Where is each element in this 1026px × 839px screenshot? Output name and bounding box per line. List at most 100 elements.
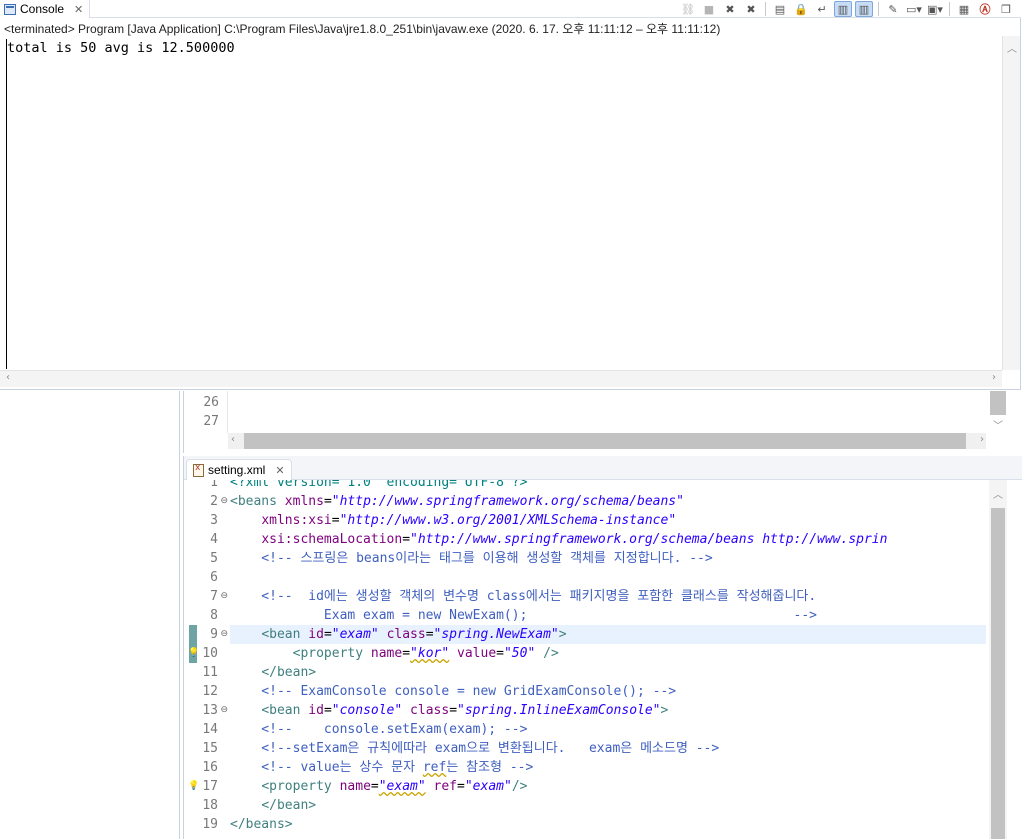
gutter-row: 8 — [184, 606, 228, 625]
code-token: "http://www.springframework.org/schema/b… — [331, 494, 684, 509]
code-line[interactable]: </bean> — [230, 796, 986, 815]
line-number: 8 — [210, 608, 218, 623]
console-output[interactable]: total is 50 avg is 12.500000 — [6, 39, 996, 369]
gutter-row: 18 — [184, 796, 228, 815]
show-stdout-icon[interactable]: ▥ — [834, 1, 852, 17]
code-token: = — [323, 703, 332, 718]
code-line[interactable]: <!-- console.setExam(exam); --> — [230, 720, 986, 739]
code-text: <!-- 스프링은 beans이라는 태그를 이용해 생성할 객체를 지정합니다… — [230, 549, 712, 568]
console-horizontal-scrollbar[interactable]: ‹ › — [0, 370, 1002, 387]
line-number: 2 — [210, 494, 218, 509]
code-token: name — [339, 779, 371, 794]
fold-toggle-icon[interactable]: ⊖ — [220, 625, 228, 644]
code-token: 는 참조형 --> — [446, 760, 534, 775]
view-menu-icon[interactable]: ▦ — [955, 1, 973, 17]
link-icon[interactable]: ⛓ — [679, 1, 697, 17]
code-line[interactable]: xmlns:xsi="http://www.w3.org/2001/XMLSch… — [230, 511, 986, 530]
warning-bulb-icon[interactable]: 💡 — [188, 644, 199, 663]
clear-console-icon[interactable]: ▤ — [771, 1, 789, 17]
code-line[interactable]: <!-- 스프링은 beans이라는 태그를 이용해 생성할 객체를 지정합니다… — [230, 549, 986, 568]
gutter-row: 2 ⊖ — [184, 492, 228, 511]
code-line[interactable]: <bean id="console" class="spring.InlineE… — [230, 701, 986, 720]
code-token: <bean — [261, 627, 309, 642]
code-token: /> — [511, 779, 528, 794]
show-stderr-icon[interactable]: ▥ — [855, 1, 873, 17]
scroll-up-icon[interactable]: ︿ — [993, 486, 1003, 501]
code-line[interactable] — [230, 568, 986, 587]
fold-toggle-icon[interactable]: ⊖ — [220, 587, 228, 606]
code-line[interactable]: <?xml version="1.0" encoding="UTF-8"?> — [230, 480, 986, 492]
code-line[interactable]: xsi:schemaLocation="http://www.springfra… — [230, 530, 986, 549]
line-number: 10 — [202, 646, 218, 661]
code-token: name — [370, 646, 403, 661]
code-text: <!-- ExamConsole console = new GridExamC… — [230, 682, 676, 701]
code-line[interactable]: <!--setExam은 규칙에따라 exam으로 변환됩니다. exam은 메… — [230, 739, 986, 758]
code-line[interactable]: <property name="kor" value="50" /> — [230, 644, 986, 663]
code-line[interactable]: Exam exam = new NewExam(); --> — [230, 606, 986, 625]
code-token: <!-- value는 상수 문자 — [230, 760, 423, 775]
remove-launch-icon[interactable]: ✖ — [721, 1, 739, 17]
code-line[interactable]: <beans xmlns="http://www.springframework… — [230, 492, 986, 511]
code-token: "console" — [331, 703, 403, 718]
line-number: 18 — [202, 798, 218, 813]
code-token: /> — [535, 646, 559, 661]
gutter-row: 13 ⊖ — [184, 701, 228, 720]
warning-bulb-icon[interactable]: 💡 — [188, 777, 199, 796]
scroll-lock-icon[interactable]: 🔒 — [792, 1, 810, 17]
code-token: xmlns — [284, 494, 324, 509]
scroll-left-icon[interactable]: ‹ — [231, 434, 235, 445]
console-view: Console ✕ ⛓ ■ ✖ ✖ ▤ 🔒 ↵ ▥ ▥ ✎ ▭▾ ▣▾ ▦ Ⓐ … — [0, 0, 1021, 390]
code-line[interactable]: <bean id="exam" class="spring.NewExam"> — [230, 625, 986, 644]
code-token: "http://www.w3.org/2001/XMLSchema-instan… — [339, 513, 677, 528]
code-token: = — [370, 779, 379, 794]
code-line[interactable]: <!-- value는 상수 문자 ref는 참조형 --> — [230, 758, 986, 777]
fold-toggle-icon[interactable]: ⊖ — [220, 701, 228, 720]
close-icon[interactable]: ✕ — [74, 3, 83, 16]
remove-all-icon[interactable]: ✖ — [742, 1, 760, 17]
java-horizontal-scrollbar[interactable]: ‹ › — [228, 433, 986, 449]
code-token: = — [425, 627, 434, 642]
scrollbar-thumb[interactable] — [244, 433, 966, 449]
code-line[interactable]: <property name="exam" ref="exam"/> — [230, 777, 986, 796]
left-pane — [0, 391, 180, 839]
xml-vertical-scrollbar[interactable]: ︿ — [989, 480, 1007, 839]
code-token: = — [331, 513, 340, 528]
code-line[interactable]: </bean> — [230, 663, 986, 682]
scroll-left-icon[interactable]: ‹ — [6, 372, 10, 383]
gutter-row: 9 ⊖ — [184, 625, 228, 644]
scroll-down-icon[interactable]: ﹀ — [993, 417, 1003, 432]
minimize-icon[interactable]: Ⓐ — [976, 1, 994, 17]
display-console-icon[interactable]: ▭▾ — [905, 1, 923, 17]
java-editor: 26 27 ﹀ ‹ › — [183, 391, 1021, 453]
terminate-icon[interactable]: ■ — [700, 1, 718, 17]
console-tab[interactable]: Console ✕ — [0, 0, 91, 18]
code-text: Exam exam = new NewExam(); --> — [230, 606, 817, 625]
open-console-icon[interactable]: ▣▾ — [926, 1, 944, 17]
word-wrap-icon[interactable]: ↵ — [813, 1, 831, 17]
code-line[interactable]: <!-- ExamConsole console = new GridExamC… — [230, 682, 986, 701]
pin-console-icon[interactable]: ✎ — [884, 1, 902, 17]
xml-code-area[interactable]: <?xml version="1.0" encoding="UTF-8"?> <b… — [230, 480, 986, 839]
xml-line-gutter: 1 2 ⊖ 3 4 5 6 7 ⊖ 8 9 ⊖ 💡 10 11 12 13 ⊖ 14 15 16 💡 17 18 19 — [184, 480, 228, 839]
scroll-right-icon[interactable]: › — [980, 434, 984, 445]
code-line[interactable]: </beans> — [230, 815, 986, 834]
scroll-up-icon[interactable]: ︿ — [1007, 40, 1017, 55]
java-vertical-scrollbar-thumb[interactable] — [990, 391, 1006, 415]
gutter-row: 1 — [184, 480, 228, 492]
scrollbar-thumb[interactable] — [991, 508, 1005, 839]
console-vertical-scrollbar[interactable]: ︿ — [1002, 36, 1020, 370]
line-number: 4 — [210, 532, 218, 547]
fold-toggle-icon[interactable]: ⊖ — [220, 492, 228, 511]
close-icon[interactable]: ✕ — [275, 464, 284, 477]
console-status: <terminated> Program [Java Application] … — [4, 22, 721, 36]
scroll-right-icon[interactable]: › — [992, 372, 996, 383]
code-line[interactable]: <!-- id에는 생성할 객체의 변수명 class에서는 패키지명을 포함한… — [230, 587, 986, 606]
xml-file-tab[interactable]: setting.xml ✕ — [186, 459, 292, 480]
code-token: class — [410, 703, 450, 718]
line-number: 27 — [203, 414, 219, 429]
maximize-icon[interactable]: ❐ — [997, 1, 1015, 17]
xml-editor-body[interactable]: 1 2 ⊖ 3 4 5 6 7 ⊖ 8 9 ⊖ 💡 10 11 12 13 ⊖ 14 15 16 💡 17 18 19 <?xm… — [184, 480, 1022, 839]
